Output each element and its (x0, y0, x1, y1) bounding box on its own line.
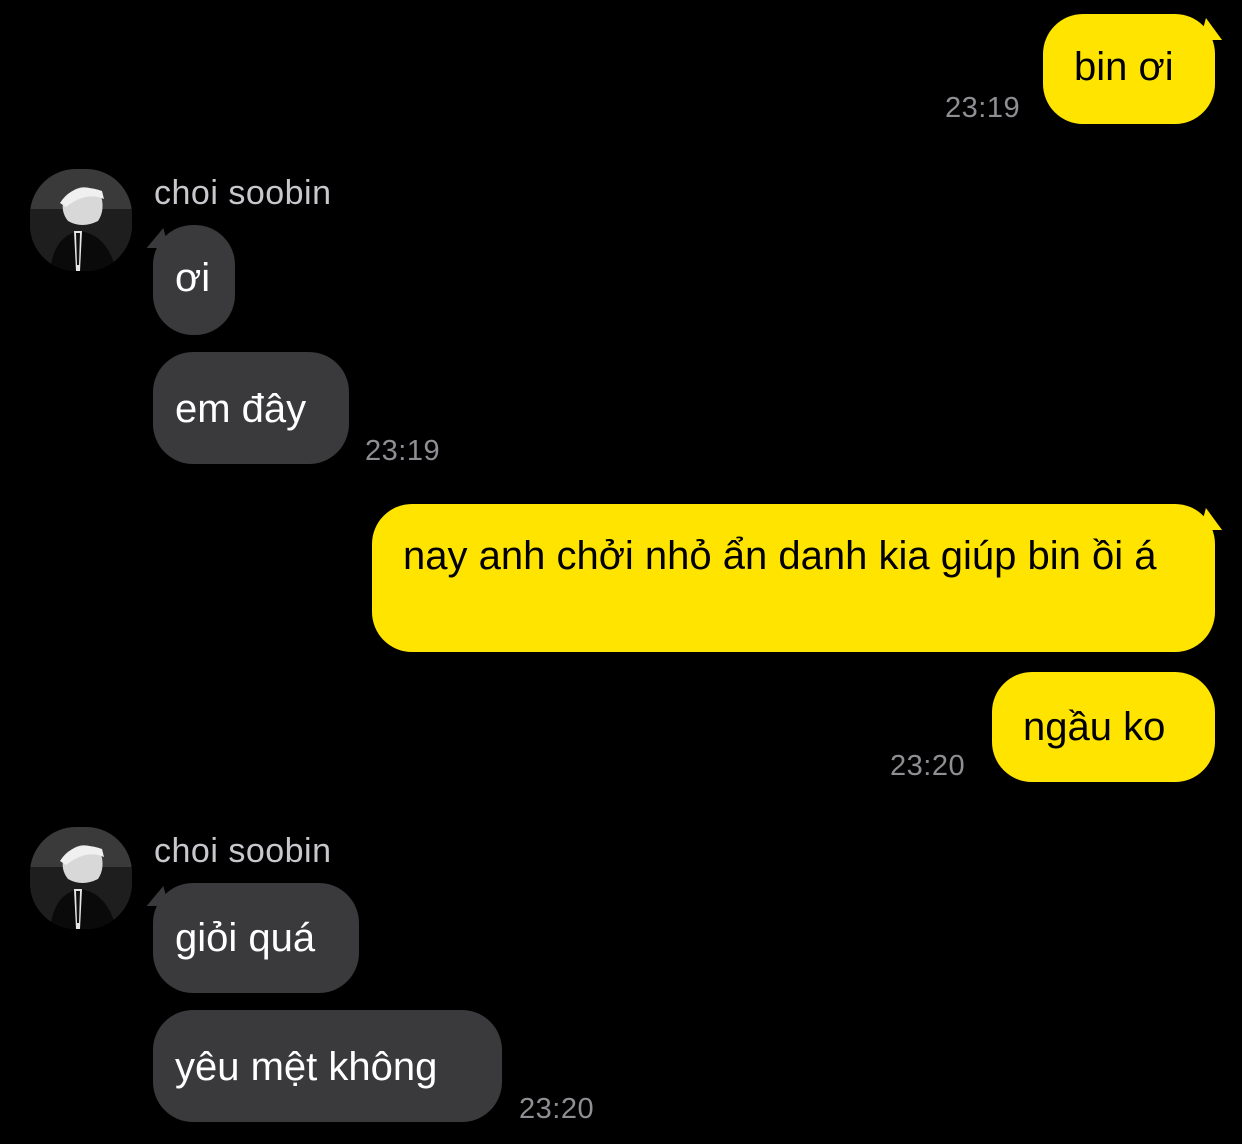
profile-photo-avatar-icon (30, 827, 132, 929)
sender-name: choi soobin (154, 174, 332, 212)
bubble-tail (1200, 508, 1228, 530)
message-bubble-sent[interactable]: nay anh chởi nhỏ ẩn danh kia giúp bin ồi… (372, 504, 1215, 652)
profile-photo-avatar-icon (30, 169, 132, 271)
message-bubble-received[interactable]: em đây (153, 352, 349, 464)
message-timestamp: 23:20 (519, 1093, 595, 1125)
bubble-tail (141, 886, 169, 906)
contact-avatar[interactable] (30, 827, 132, 929)
bubble-tail (1200, 18, 1228, 40)
message-timestamp: 23:20 (890, 750, 966, 782)
message-bubble-sent[interactable]: bin ơi (1043, 14, 1215, 124)
contact-avatar[interactable] (30, 169, 132, 271)
message-bubble-received[interactable]: yêu mệt không (153, 1010, 502, 1122)
message-bubble-sent[interactable]: ngầu ko (992, 672, 1215, 782)
sender-name: choi soobin (154, 832, 332, 870)
message-timestamp: 23:19 (365, 435, 441, 467)
bubble-tail (141, 228, 169, 248)
message-timestamp: 23:19 (945, 92, 1021, 124)
message-bubble-received[interactable]: giỏi quá (153, 883, 359, 993)
